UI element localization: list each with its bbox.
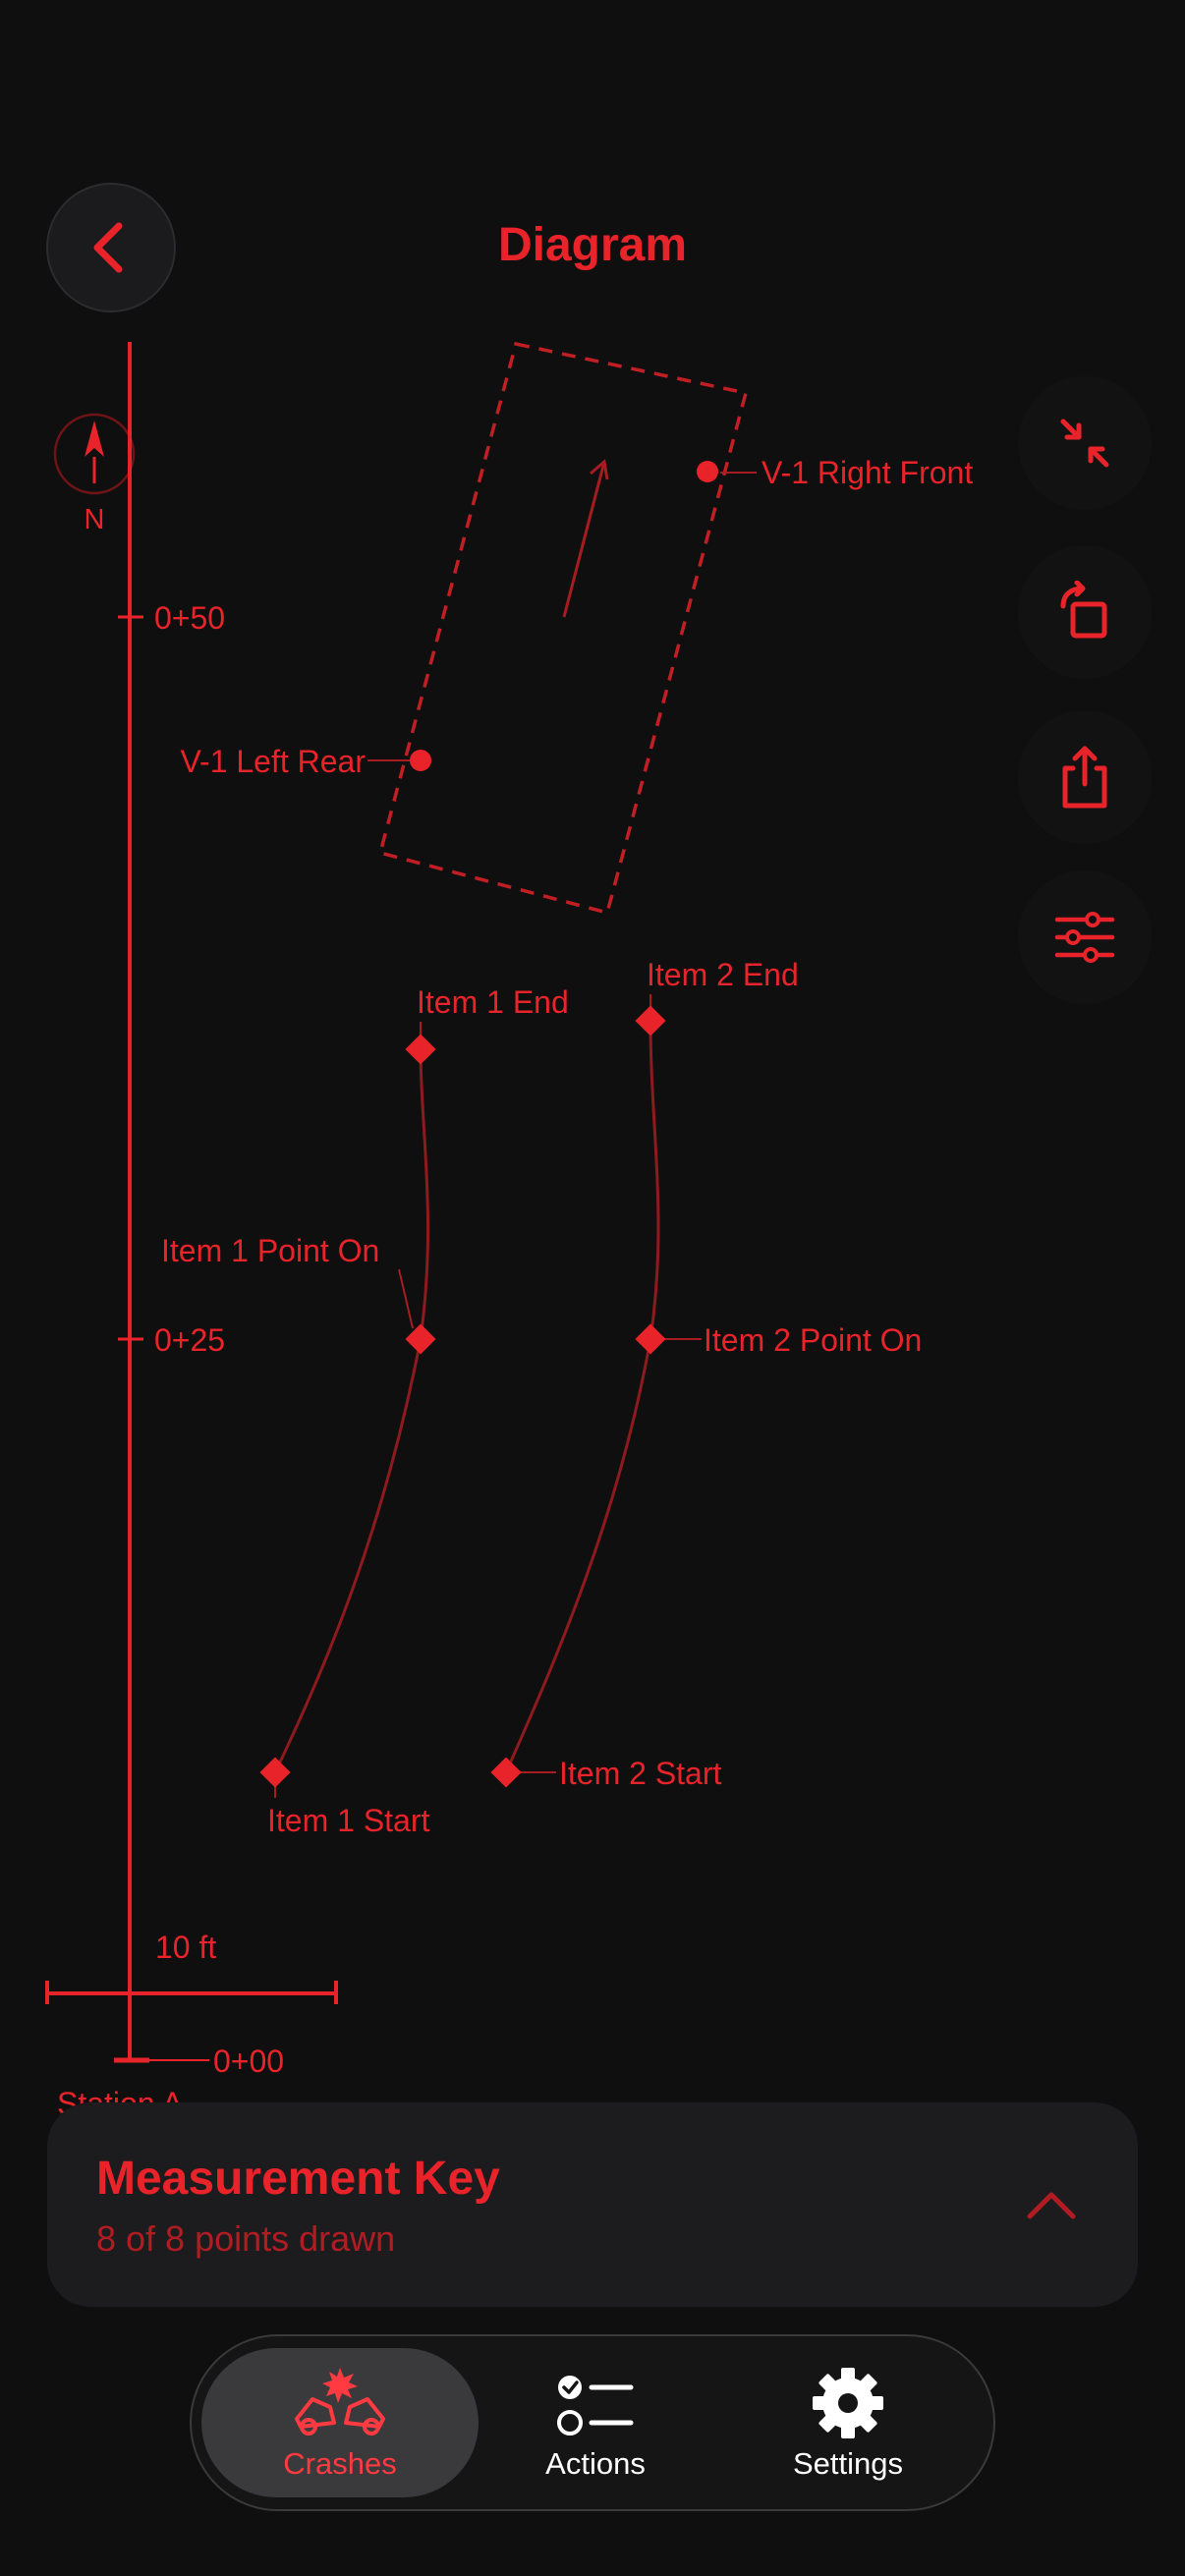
tab-label: Actions — [545, 2446, 646, 2481]
tab-bar: Crashes Actions Settings — [190, 2334, 995, 2511]
checklist-icon — [557, 2376, 634, 2436]
crash-icon — [295, 2368, 385, 2436]
collapse-arrows-icon — [1060, 419, 1109, 468]
chevron-up-icon[interactable] — [1012, 2165, 1091, 2244]
vehicle-outline[interactable] — [377, 341, 749, 916]
point-label: V-1 Right Front — [762, 455, 973, 490]
item1-path[interactable] — [273, 1048, 430, 1773]
collapse-button[interactable] — [1018, 376, 1152, 510]
point-label: Item 1 Point On — [161, 1233, 379, 1268]
point-label: Item 2 Point On — [704, 1322, 922, 1358]
measurement-key-panel[interactable]: Measurement Key 8 of 8 points drawn — [47, 2102, 1138, 2307]
point-marker[interactable] — [259, 1757, 291, 1788]
point-marker[interactable] — [635, 1323, 666, 1355]
station-label: 0+50 — [154, 600, 225, 636]
point-marker[interactable] — [410, 750, 431, 771]
rotate-icon — [1060, 581, 1107, 639]
point-label: Item 1 End — [417, 984, 569, 1020]
compass-label: N — [85, 504, 105, 535]
point-label: Item 2 End — [647, 957, 799, 992]
point-marker[interactable] — [490, 1757, 522, 1788]
tab-crashes[interactable]: Crashes — [201, 2348, 479, 2497]
rotate-button[interactable] — [1018, 545, 1152, 679]
scale-label: 10 ft — [155, 1930, 216, 1965]
share-button[interactable] — [1018, 710, 1152, 844]
point-marker[interactable] — [405, 1323, 436, 1355]
point-label: V-1 Left Rear — [180, 744, 366, 779]
compass-icon — [53, 413, 136, 495]
heading-arrow — [562, 459, 609, 618]
measurement-key-subtitle: 8 of 8 points drawn — [96, 2218, 396, 2259]
point-label: Item 2 Start — [559, 1756, 722, 1791]
measurement-key-title: Measurement Key — [96, 2153, 500, 2205]
tab-label: Settings — [792, 2446, 903, 2481]
sliders-icon — [1054, 912, 1115, 963]
share-icon — [1062, 746, 1107, 809]
gear-icon — [813, 2368, 883, 2438]
scale-bar — [45, 1981, 338, 2004]
tab-actions[interactable]: Actions — [457, 2348, 734, 2497]
tab-settings[interactable]: Settings — [709, 2348, 987, 2497]
point-marker[interactable] — [635, 1005, 666, 1036]
point-label: Item 1 Start — [267, 1803, 430, 1838]
tab-label: Crashes — [283, 2446, 397, 2481]
station-label: 0+25 — [154, 1322, 225, 1358]
point-marker[interactable] — [405, 1034, 436, 1065]
item2-path[interactable] — [504, 1020, 660, 1773]
station-label: 0+00 — [213, 2044, 284, 2079]
filter-settings-button[interactable] — [1018, 870, 1152, 1004]
point-marker[interactable] — [697, 461, 718, 482]
